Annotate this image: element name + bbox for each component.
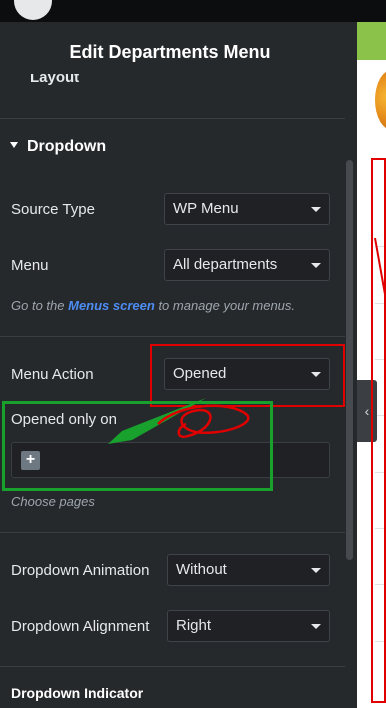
- menu-select[interactable]: All departments: [164, 249, 330, 281]
- chevron-down-icon: [311, 624, 321, 629]
- annotation-red-box-preview: [371, 158, 386, 703]
- chevron-down-icon: [311, 207, 321, 212]
- choose-pages-hint: Choose pages: [11, 494, 95, 509]
- menu-action-label: Menu Action: [11, 366, 94, 383]
- divider: [0, 666, 345, 667]
- dropdown-animation-value: Without: [176, 561, 227, 578]
- dropdown-animation-select[interactable]: Without: [167, 554, 330, 586]
- chevron-down-icon: [311, 568, 321, 573]
- section-dropdown-toggle[interactable]: Dropdown: [10, 138, 106, 156]
- menu-value: All departments: [173, 256, 278, 273]
- dropdown-indicator-label: Dropdown Indicator: [11, 685, 144, 701]
- section-layout-label[interactable]: Layout: [30, 74, 79, 88]
- source-type-label: Source Type: [11, 201, 95, 218]
- dropdown-animation-label: Dropdown Animation: [11, 562, 150, 579]
- caret-down-icon: [10, 142, 18, 148]
- source-type-value: WP Menu: [173, 200, 239, 217]
- panel-header: Edit Departments Menu: [0, 22, 357, 80]
- annotation-green-box: [2, 401, 273, 491]
- annotation-red-box: [150, 344, 345, 407]
- dropdown-alignment-value: Right: [176, 617, 212, 634]
- dropdown-alignment-select[interactable]: Right: [167, 610, 330, 642]
- dropdown-alignment-label: Dropdown Alignment: [11, 618, 150, 635]
- source-type-select[interactable]: WP Menu: [164, 193, 330, 225]
- panel-scrollbar[interactable]: [346, 160, 353, 560]
- menus-screen-link[interactable]: Menus screen: [68, 298, 155, 313]
- chevron-down-icon: [311, 263, 321, 268]
- logo: [14, 0, 52, 20]
- preview-header-strip: [357, 22, 386, 60]
- menu-label: Menu: [11, 257, 49, 274]
- divider: [0, 532, 345, 533]
- divider: [0, 118, 345, 119]
- menu-hint: Go to the Menus screen to manage your me…: [11, 298, 296, 313]
- preview-avatar: [375, 70, 386, 130]
- page-title: Edit Departments Menu: [69, 42, 271, 62]
- top-bar: [0, 0, 386, 22]
- section-dropdown-title: Dropdown: [27, 138, 107, 155]
- chevron-left-icon: ‹: [364, 403, 370, 419]
- divider: [0, 336, 345, 337]
